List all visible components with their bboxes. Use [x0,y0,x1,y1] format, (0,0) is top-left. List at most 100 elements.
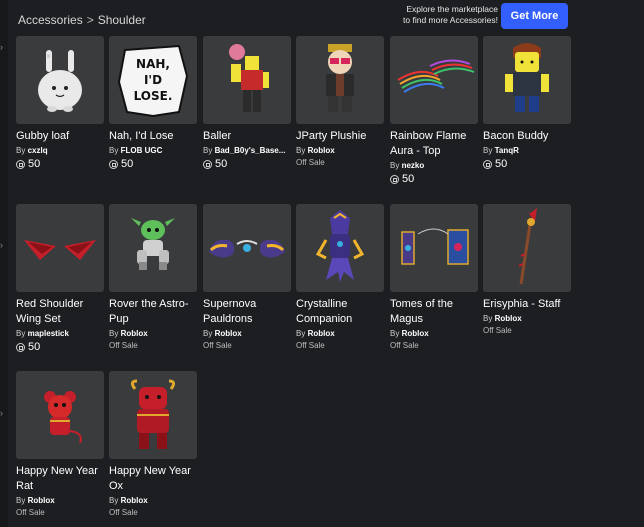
item-thumbnail[interactable] [109,371,197,459]
item-thumbnail[interactable] [16,36,104,124]
creator-link[interactable]: Roblox [121,496,148,505]
item-card[interactable]: Gubby loaf By cxzlq 50 [16,36,104,170]
item-name[interactable]: Bacon Buddy [483,129,573,144]
item-name[interactable]: JParty Plushie [296,129,386,144]
item-card[interactable]: Red Shoulder Wing Set By maplestick 50 [16,204,104,353]
item-thumbnail[interactable] [16,371,104,459]
chevron-right-icon[interactable]: › [0,42,8,52]
item-card[interactable]: Crystalline Companion By Roblox Off Sale [296,204,384,350]
item-card[interactable]: Tomes of the Magus By Roblox Off Sale [390,204,478,350]
item-card[interactable]: NAH, I'D LOSE. Nah, I'd Lose By FLOB UGC… [109,36,197,170]
item-thumbnail[interactable] [109,204,197,292]
breadcrumb-shoulder: Shoulder [97,13,146,27]
item-name[interactable]: Tomes of the Magus [390,297,480,327]
comic-text-line1: NAH, [136,57,170,71]
robux-icon [390,174,399,184]
creator-link[interactable]: Roblox [215,329,242,338]
item-card[interactable]: Rainbow Flame Aura - Top By nezko 50 [390,36,478,185]
item-card[interactable]: Bacon Buddy By TanqR 50 [483,36,571,170]
item-card[interactable]: Happy New Year Rat By Roblox Off Sale [16,371,104,517]
promo-line-1: Explore the marketplace [406,4,498,14]
robux-icon [16,342,25,352]
item-name[interactable]: Rover the Astro-Pup [109,297,199,327]
creator-link[interactable]: Roblox [402,329,429,338]
breadcrumb-separator: > [86,13,94,27]
creator-link[interactable]: cxzlq [28,146,48,155]
item-creator: By Roblox [483,314,522,323]
item-card[interactable]: Baller By Bad_B0y's_Base... 50 [203,36,291,170]
item-creator: By Roblox [296,146,335,155]
chevron-right-icon[interactable]: › [0,408,8,418]
item-thumbnail[interactable] [16,204,104,292]
red-wings-image [24,240,96,260]
item-creator: By Roblox [109,496,148,505]
offsale-label: Off Sale [483,326,512,335]
staff-image [518,208,537,285]
item-card[interactable]: Supernova Pauldrons By Roblox Off Sale [203,204,291,350]
item-name[interactable]: Nah, I'd Lose [109,129,199,144]
item-thumbnail[interactable] [390,204,478,292]
item-name[interactable]: Happy New Year Ox [109,464,199,494]
comic-bubble-image: NAH, I'D LOSE. [117,44,189,118]
creator-link[interactable]: FLOB UGC [121,146,163,155]
robux-icon [203,159,212,169]
breadcrumb-accessories[interactable]: Accessories [18,13,83,27]
item-price: 50 [483,158,571,170]
item-name[interactable]: Baller [203,129,293,144]
item-thumbnail[interactable]: NAH, I'D LOSE. [109,36,197,124]
pauldrons-image [209,239,285,258]
robux-icon [16,159,25,169]
promo-line-2: to find more Accessories! [403,15,498,25]
item-thumbnail[interactable] [483,36,571,124]
offsale-label: Off Sale [109,341,138,350]
item-name[interactable]: Gubby loaf [16,129,106,144]
item-card[interactable]: Happy New Year Ox By Roblox Off Sale [109,371,197,517]
item-name[interactable]: Red Shoulder Wing Set [16,297,106,327]
item-creator: By Roblox [203,329,242,338]
item-price: 50 [16,158,104,170]
item-name[interactable]: Erisyphia - Staff [483,297,573,312]
offsale-label: Off Sale [109,508,138,517]
creator-link[interactable]: Roblox [308,329,335,338]
creator-link[interactable]: Bad_B0y's_Base... [215,146,286,155]
baller-figure-image [229,44,269,112]
item-creator: By nezko [390,161,425,170]
page-title-fragment [14,0,54,4]
item-creator: By cxzlq [16,146,48,155]
item-thumbnail[interactable] [483,204,571,292]
item-name[interactable]: Happy New Year Rat [16,464,106,494]
item-price: 50 [109,158,197,170]
creator-link[interactable]: Roblox [495,314,522,323]
new-year-rat-image [44,391,82,444]
item-thumbnail[interactable] [203,204,291,292]
comic-text-line3: LOSE. [134,89,173,103]
creator-link[interactable]: maplestick [28,329,69,338]
bacon-buddy-image [505,43,549,112]
item-creator: By Bad_B0y's_Base... [203,146,286,155]
item-creator: By maplestick [16,329,69,338]
creator-link[interactable]: Roblox [28,496,55,505]
creator-link[interactable]: TanqR [495,146,519,155]
creator-link[interactable]: Roblox [308,146,335,155]
item-name[interactable]: Crystalline Companion [296,297,386,327]
creator-link[interactable]: nezko [402,161,425,170]
item-thumbnail[interactable] [296,204,384,292]
item-creator: By TanqR [483,146,519,155]
robux-icon [483,159,492,169]
offsale-label: Off Sale [296,341,325,350]
item-card[interactable]: Rover the Astro-Pup By Roblox Off Sale [109,204,197,350]
robux-icon [109,159,118,169]
item-thumbnail[interactable] [390,36,478,124]
item-name[interactable]: Rainbow Flame Aura - Top [390,129,480,159]
chevron-right-icon[interactable]: › [0,240,8,250]
item-thumbnail[interactable] [296,36,384,124]
crystalline-companion-image [315,210,365,282]
creator-link[interactable]: Roblox [121,329,148,338]
item-card[interactable]: JParty Plushie By Roblox Off Sale [296,36,384,167]
item-card[interactable]: Erisyphia - Staff By Roblox Off Sale [483,204,571,335]
item-name[interactable]: Supernova Pauldrons [203,297,293,327]
item-thumbnail[interactable] [203,36,291,124]
offsale-label: Off Sale [390,341,419,350]
get-more-button[interactable]: Get More [501,3,568,29]
item-creator: By Roblox [390,329,429,338]
